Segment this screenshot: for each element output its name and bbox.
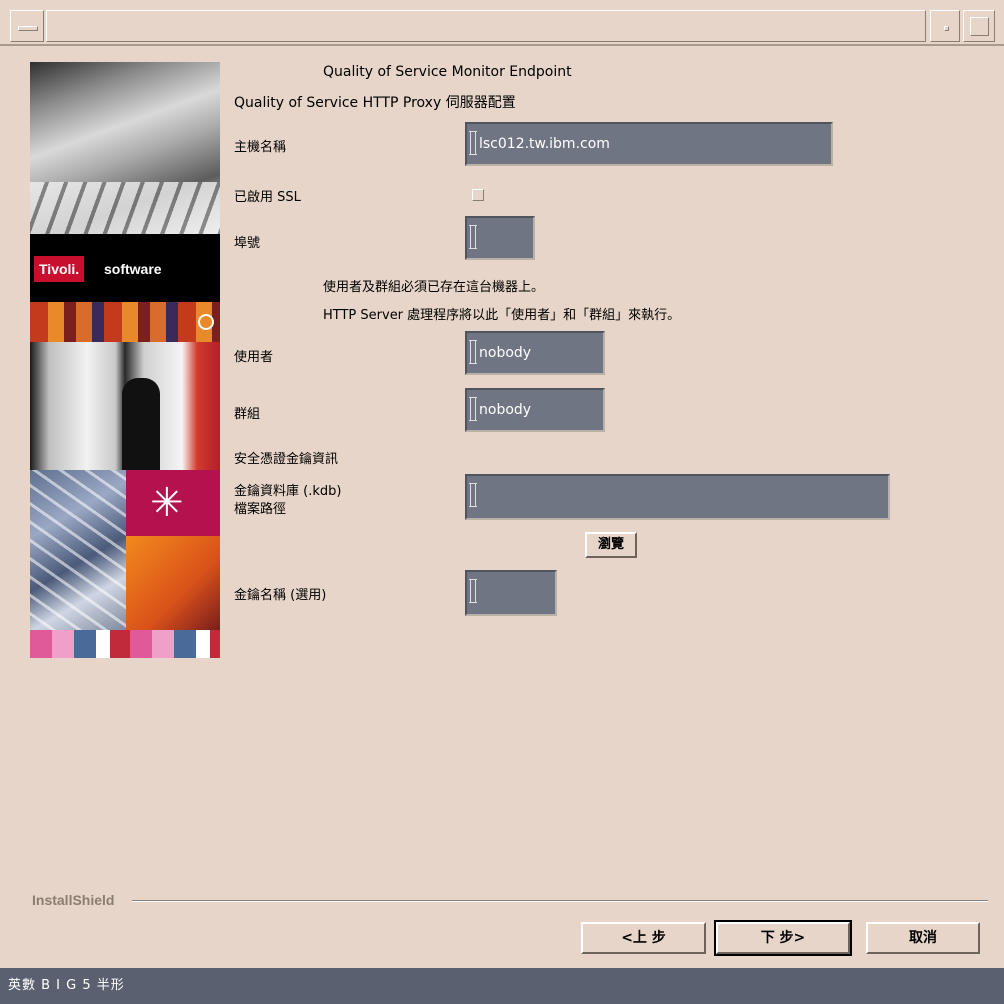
text-cursor-icon <box>469 340 477 364</box>
hostname-value: lsc012.tw.ibm.com <box>479 136 610 152</box>
tivoli-logo: Tivoli. software <box>30 234 220 302</box>
collage-bottom <box>30 630 220 658</box>
asterisk-icon: ✳ <box>150 480 184 526</box>
page-subtitle: Quality of Service HTTP Proxy 伺服器配置 <box>234 95 516 111</box>
maximize-button[interactable] <box>963 10 995 42</box>
ssl-label: 已啟用 SSL <box>234 190 301 205</box>
hostname-input[interactable]: lsc012.tw.ibm.com <box>465 122 833 166</box>
input-method-statusbar: 英數 B I G 5 半形 <box>0 968 1004 1004</box>
user-label: 使用者 <box>234 350 274 365</box>
browse-button[interactable]: 瀏覽 <box>585 532 637 558</box>
text-cursor-icon <box>469 579 477 603</box>
doorway-photo <box>30 342 220 470</box>
window-menu-button[interactable] <box>10 10 44 42</box>
user-group-note: 使用者及群組必須已存在這台機器上。 <box>323 280 545 295</box>
port-input[interactable] <box>465 216 535 260</box>
text-cursor-icon <box>469 131 477 155</box>
next-button[interactable]: 下 步> <box>714 920 852 956</box>
window-title[interactable] <box>46 10 926 42</box>
text-cursor-icon <box>469 483 477 507</box>
port-label: 埠號 <box>234 236 261 251</box>
group-value: nobody <box>479 402 532 418</box>
installshield-label: InstallShield <box>32 892 115 908</box>
tivoli-brand: Tivoli. <box>34 256 85 282</box>
hostname-label: 主機名稱 <box>234 140 287 155</box>
installer-side-image: Tivoli. software ✳ <box>30 62 220 658</box>
user-input[interactable]: nobody <box>465 331 605 375</box>
window-titlebar <box>0 0 1004 46</box>
security-heading: 安全憑證金鑰資訊 <box>234 452 339 467</box>
text-cursor-icon <box>469 397 477 421</box>
globe-icon <box>198 314 214 330</box>
user-value: nobody <box>479 345 532 361</box>
group-input[interactable]: nobody <box>465 388 605 432</box>
group-label: 群組 <box>234 407 261 422</box>
keyboard-photo <box>30 62 220 234</box>
kdb-path-input[interactable] <box>465 474 890 520</box>
text-cursor-icon <box>469 225 477 249</box>
highway-photo: ✳ <box>30 470 220 630</box>
kdb-path-label-line2: 檔案路徑 <box>234 502 287 517</box>
http-server-note: HTTP Server 處理程序將以此「使用者」和「群組」來執行。 <box>323 308 681 323</box>
key-name-input[interactable] <box>465 570 557 616</box>
back-button[interactable]: <上 步 <box>581 922 706 954</box>
kdb-path-label-line1: 金鑰資料庫 (.kdb) <box>234 484 342 499</box>
tivoli-brand-suffix: software <box>104 261 162 277</box>
collage-strip <box>30 302 220 342</box>
product-title: Quality of Service Monitor Endpoint <box>323 64 572 80</box>
key-name-label: 金鑰名稱 (選用) <box>234 588 327 603</box>
minimize-button[interactable] <box>930 10 960 42</box>
ssl-checkbox[interactable] <box>472 189 484 201</box>
cancel-button[interactable]: 取消 <box>866 922 980 954</box>
footer-divider <box>132 900 988 902</box>
